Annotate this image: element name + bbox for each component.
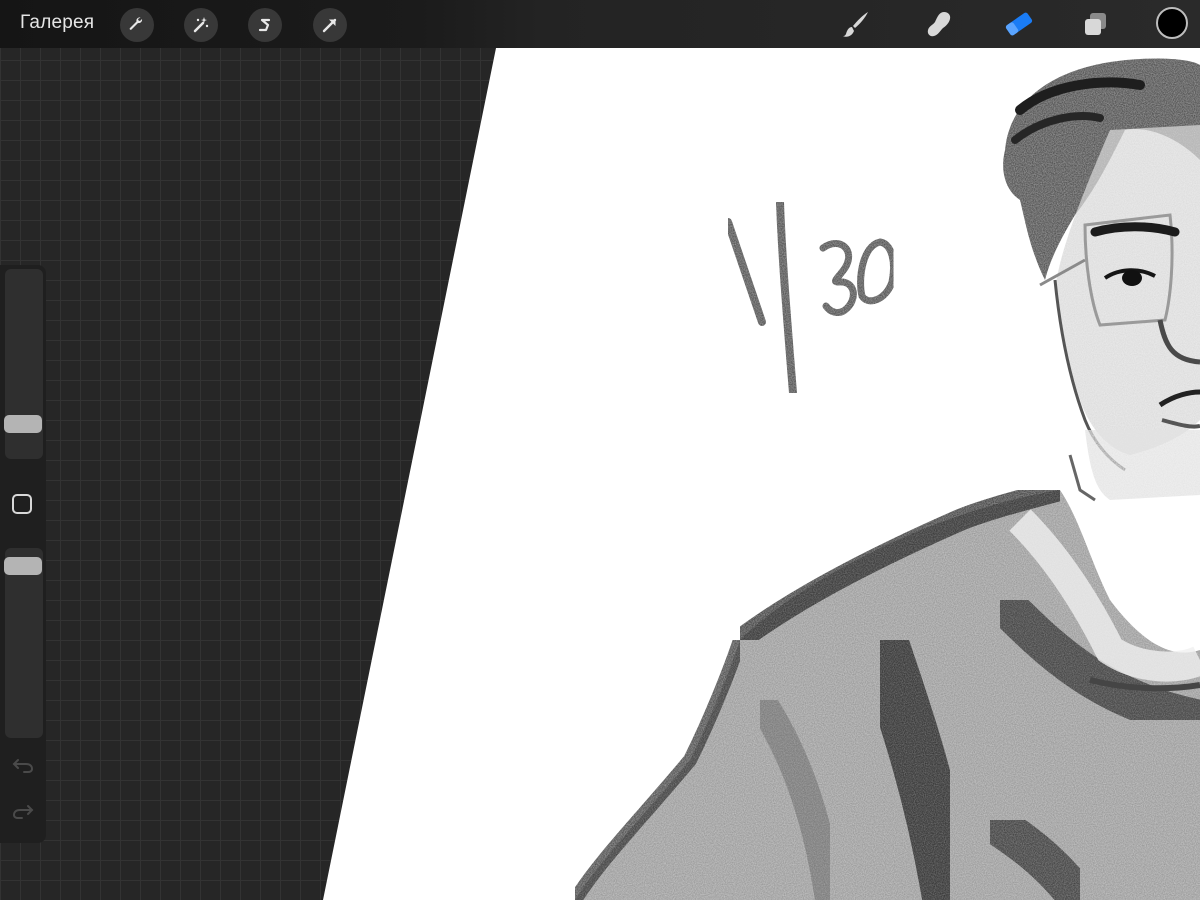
opacity-thumb[interactable] [4, 557, 42, 575]
transform-button[interactable] [313, 8, 347, 42]
smudge-finger-icon [924, 9, 954, 39]
redo-button[interactable] [10, 800, 36, 826]
left-sidebar [0, 265, 46, 843]
actions-button[interactable] [120, 8, 154, 42]
brush-size-thumb[interactable] [4, 415, 42, 433]
undo-icon [12, 756, 34, 779]
wrench-icon [127, 15, 147, 35]
layers-button[interactable] [1077, 6, 1113, 42]
color-picker-button[interactable] [1156, 7, 1188, 39]
redo-icon [12, 802, 34, 825]
brush-tool-button[interactable] [838, 6, 874, 42]
undo-button[interactable] [10, 754, 36, 780]
adjustments-button[interactable] [184, 8, 218, 42]
smudge-tool-button[interactable] [921, 6, 957, 42]
magic-wand-icon [191, 15, 211, 35]
selection-button[interactable] [248, 8, 282, 42]
arrow-cursor-icon [320, 15, 340, 35]
selection-s-icon [255, 15, 275, 35]
opacity-slider[interactable] [4, 548, 43, 738]
modify-button[interactable] [12, 494, 32, 514]
drawing-canvas[interactable] [0, 0, 1200, 900]
brush-size-slider[interactable] [4, 269, 43, 459]
top-toolbar: Галерея [0, 0, 1200, 48]
eraser-tool-button[interactable] [1001, 6, 1037, 42]
gallery-button[interactable]: Галерея [20, 12, 94, 34]
eraser-icon [1003, 9, 1035, 39]
brush-icon [841, 9, 871, 39]
layers-icon [1081, 10, 1109, 38]
